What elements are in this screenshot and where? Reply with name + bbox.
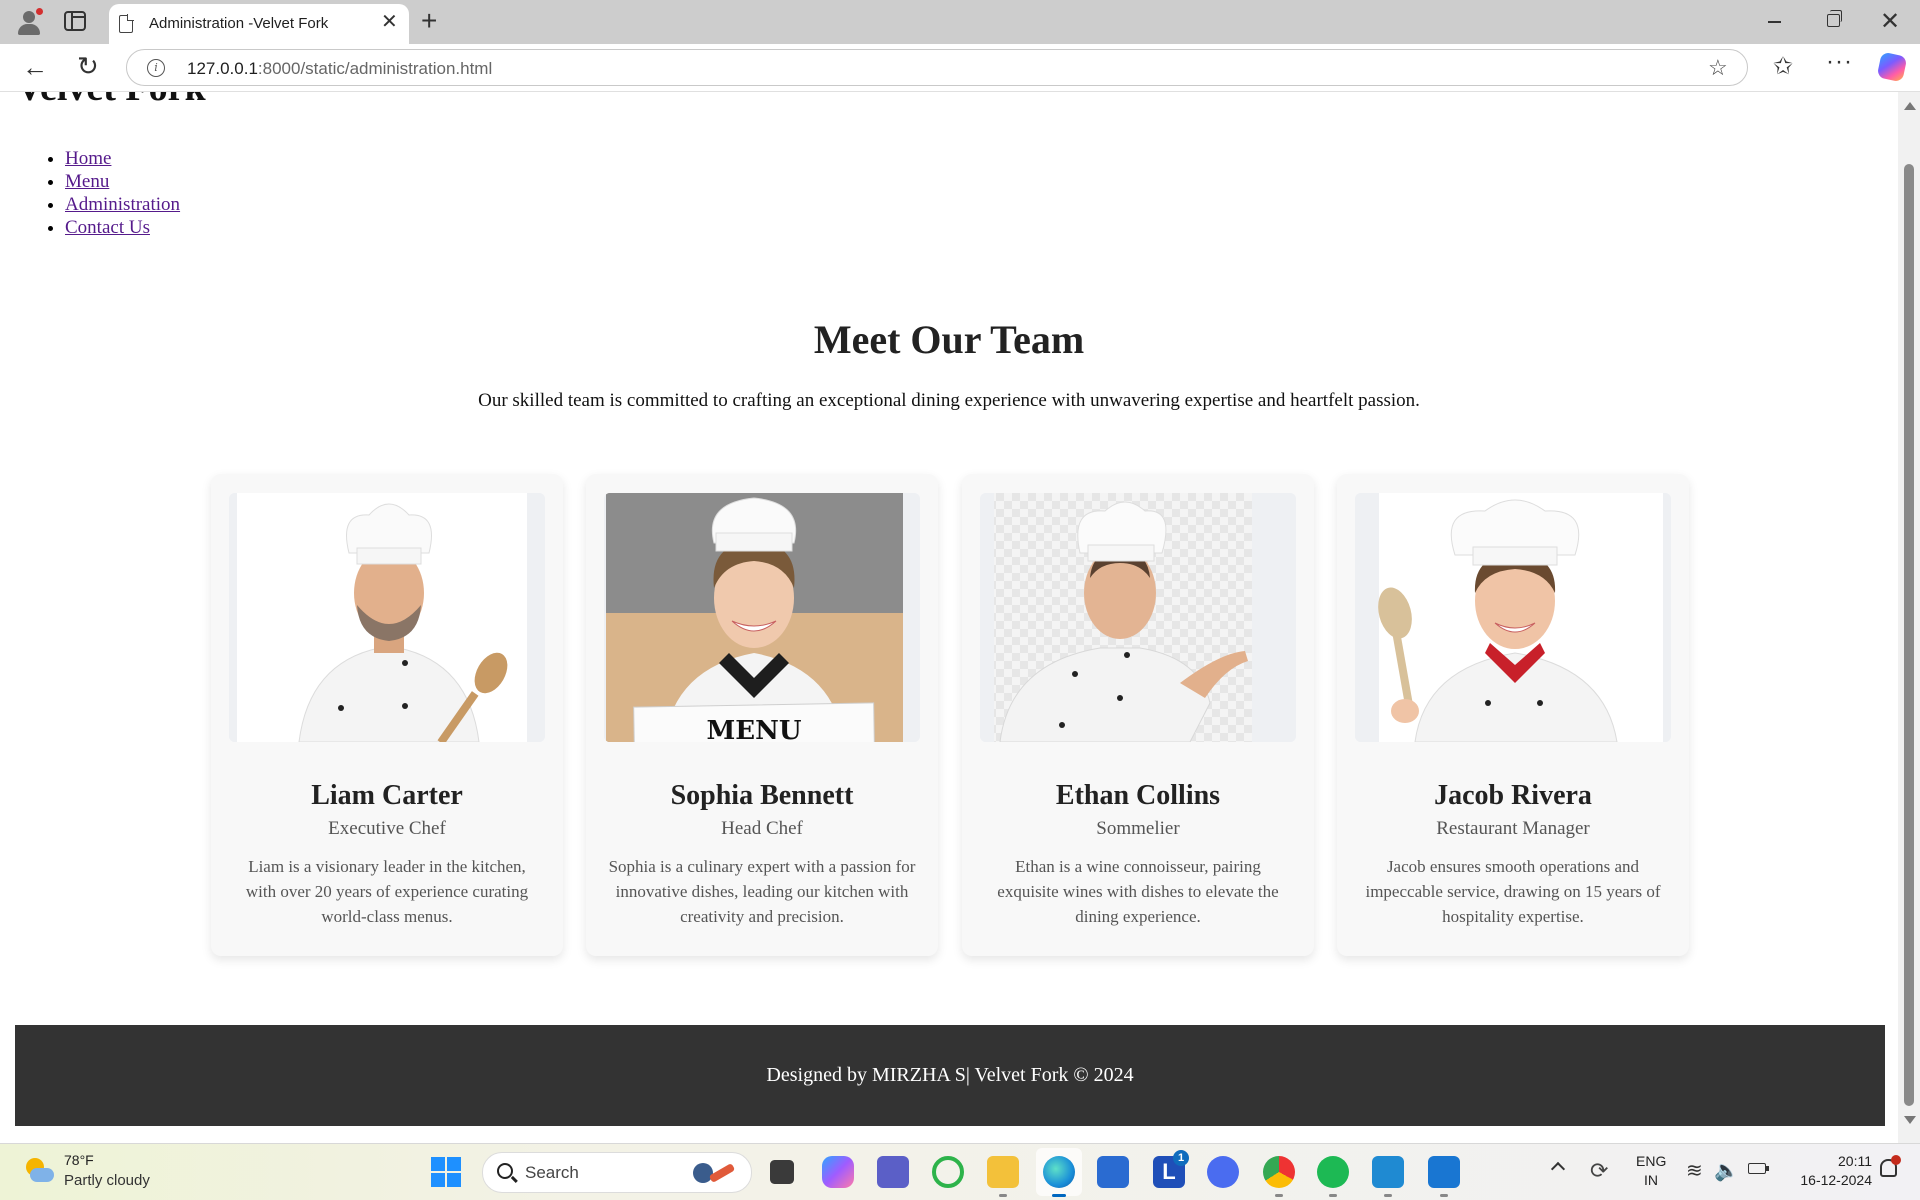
browser-toolbar: ← ↻ i 127.0.0.1:8000/static/administrati… — [0, 44, 1920, 92]
browser-tab-active[interactable]: Administration -Velvet Fork ✕ — [109, 4, 409, 44]
spotify-icon[interactable] — [1317, 1156, 1349, 1197]
site-title: Velvet Fork — [16, 92, 206, 110]
team-member-role: Executive Chef — [328, 818, 446, 839]
copilot-icon[interactable] — [1876, 51, 1908, 83]
page-viewport: Velvet Fork Home Menu Administration Con… — [0, 92, 1920, 1143]
team-card: Jacob Rivera Restaurant Manager Jacob en… — [1337, 474, 1689, 956]
teams-icon[interactable] — [877, 1156, 909, 1188]
close-tab-icon[interactable]: ✕ — [381, 12, 398, 32]
weather-temperature[interactable]: 78°F — [64, 1152, 94, 1168]
page-icon — [119, 14, 134, 33]
team-member-role: Restaurant Manager — [1436, 818, 1590, 839]
chrome-icon[interactable] — [1263, 1156, 1295, 1197]
store-icon[interactable] — [1097, 1156, 1129, 1188]
vscode-icon[interactable] — [1372, 1156, 1404, 1197]
nav-item-administration: Administration — [65, 193, 180, 216]
app-icon[interactable] — [1207, 1156, 1239, 1188]
browser-tab-bar: Administration -Velvet Fork ✕ + ✕ — [0, 0, 1920, 44]
team-card: MENU Sophia Bennett Head Chef Sophia is … — [586, 474, 938, 956]
team-intro: Our skilled team is committed to craftin… — [478, 390, 1420, 411]
team-card: Ethan Collins Sommelier Ethan is a wine … — [962, 474, 1314, 956]
site-info-icon[interactable]: i — [147, 59, 165, 77]
scroll-up-arrow-icon[interactable] — [1904, 102, 1916, 110]
team-member-name: Liam Carter — [311, 780, 463, 811]
team-member-name: Ethan Collins — [1055, 780, 1221, 811]
address-bar[interactable]: i 127.0.0.1:8000/static/administration.h… — [126, 49, 1748, 86]
page-footer: Designed by MIRZHA S| Velvet Fork © 2024 — [15, 1025, 1885, 1126]
menu-sign-text: MENU — [706, 716, 801, 742]
chevron-up-icon[interactable] — [1550, 1161, 1566, 1177]
team-member-name: Jacob Rivera — [1434, 780, 1592, 811]
weather-icon[interactable] — [24, 1156, 54, 1186]
team-member-name: Sophia Bennett — [670, 780, 854, 811]
copilot-app-icon[interactable] — [822, 1156, 854, 1188]
chef-photo: MENU — [604, 493, 920, 742]
tab-actions-icon[interactable] — [64, 11, 86, 31]
favorite-star-icon[interactable]: ☆ — [1708, 55, 1728, 81]
team-member-bio: Ethan is a wine connoisseur, pairing exq… — [997, 857, 1279, 926]
team-title: Meet Our Team — [813, 317, 1085, 362]
taskbar: 78°F Partly cloudy Search L1 ⟳ ENG IN ≋ 🔈… — [0, 1143, 1920, 1200]
favorites-icon[interactable]: ✩ — [1773, 52, 1793, 81]
volume-icon[interactable]: 🔈 — [1714, 1158, 1739, 1183]
clock[interactable]: 20:11 16-12-2024 — [1778, 1152, 1872, 1190]
language-indicator[interactable]: ENG IN — [1636, 1152, 1666, 1190]
vertical-scrollbar[interactable] — [1898, 92, 1920, 1143]
mail-app-icon[interactable]: L1 — [1153, 1150, 1189, 1188]
team-cards: Liam Carter Executive Chef Liam is a vis… — [211, 474, 1689, 956]
wifi-icon[interactable]: ≋ — [1686, 1158, 1703, 1183]
battery-icon[interactable] — [1748, 1163, 1769, 1174]
chef-photo — [1355, 493, 1671, 742]
restore-icon[interactable] — [1827, 10, 1842, 27]
edge-browser-icon[interactable] — [1043, 1156, 1075, 1197]
team-member-bio: Jacob ensures smooth operations and impe… — [1365, 857, 1661, 926]
search-highlight-icon — [691, 1161, 741, 1185]
scroll-down-arrow-icon[interactable] — [1904, 1116, 1916, 1124]
nav-link-contact[interactable]: Contact Us — [65, 217, 150, 238]
nav-item-home: Home — [65, 147, 180, 170]
new-tab-icon[interactable]: + — [421, 6, 437, 36]
nav-link-home[interactable]: Home — [65, 148, 111, 169]
team-section: Meet Our Team Our skilled team is commit… — [0, 312, 1898, 412]
taskbar-search[interactable]: Search — [482, 1152, 752, 1193]
weather-description[interactable]: Partly cloudy — [64, 1172, 150, 1189]
search-icon — [497, 1163, 513, 1179]
minimize-icon[interactable] — [1768, 21, 1781, 23]
sync-icon[interactable]: ⟳ — [1590, 1158, 1608, 1184]
notification-badge: 1 — [1173, 1150, 1189, 1166]
scrollbar-thumb[interactable] — [1904, 164, 1914, 1106]
sync-app-icon[interactable] — [932, 1156, 964, 1188]
team-member-role: Sommelier — [1096, 818, 1180, 839]
nav-item-menu: Menu — [65, 170, 180, 193]
url-text[interactable]: 127.0.0.1:8000/static/administration.htm… — [187, 59, 492, 79]
main-nav: Home Menu Administration Contact Us — [44, 147, 180, 239]
nav-link-menu[interactable]: Menu — [65, 171, 109, 192]
reload-icon[interactable]: ↻ — [77, 53, 99, 79]
team-member-bio: Liam is a visionary leader in the kitche… — [245, 857, 529, 926]
team-member-role: Head Chef — [721, 818, 803, 839]
task-view-icon[interactable] — [770, 1160, 794, 1184]
back-arrow-icon[interactable]: ← — [22, 54, 48, 80]
profile-icon[interactable] — [12, 6, 44, 38]
chef-photo — [980, 493, 1296, 742]
nav-item-contact: Contact Us — [65, 216, 180, 239]
team-member-bio: Sophia is a culinary expert with a passi… — [608, 857, 916, 926]
start-button-icon[interactable] — [431, 1157, 462, 1188]
file-explorer-icon[interactable] — [987, 1156, 1019, 1197]
tab-title: Administration -Velvet Fork — [149, 15, 329, 32]
nav-link-administration[interactable]: Administration — [65, 194, 180, 215]
close-window-icon[interactable]: ✕ — [1880, 7, 1900, 36]
photos-icon[interactable] — [1428, 1156, 1460, 1197]
chef-photo — [229, 493, 545, 742]
search-label: Search — [525, 1163, 579, 1182]
more-options-icon[interactable]: ··· — [1826, 48, 1853, 76]
team-card: Liam Carter Executive Chef Liam is a vis… — [211, 474, 563, 956]
notification-bell-icon[interactable] — [1880, 1155, 1901, 1177]
